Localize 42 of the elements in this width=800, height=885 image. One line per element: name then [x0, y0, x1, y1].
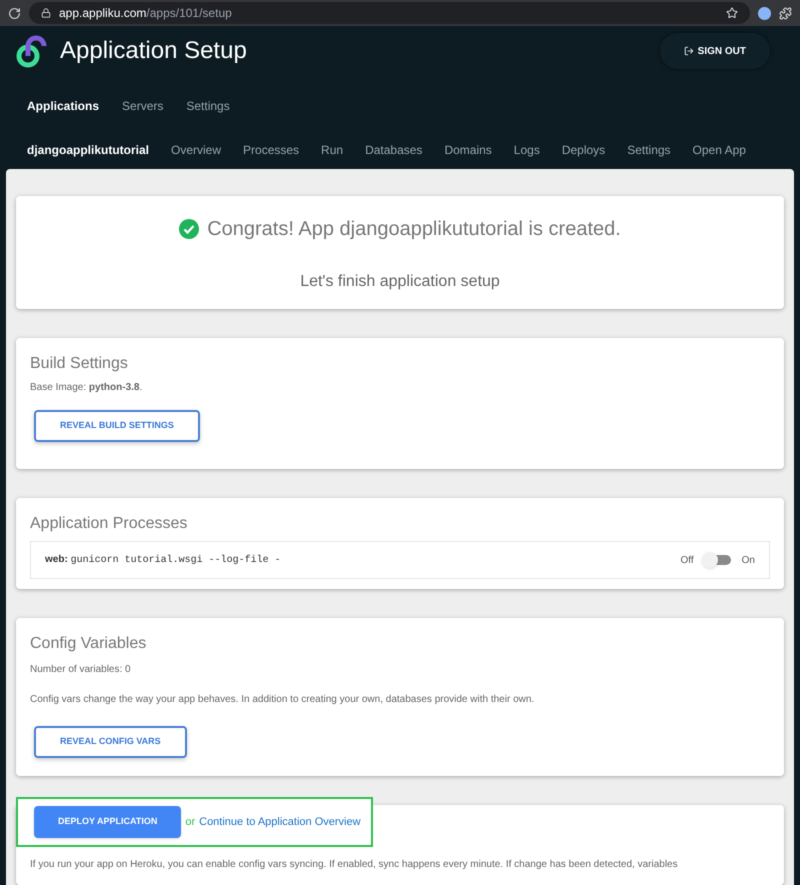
nav-tab[interactable]: Servers: [122, 96, 164, 115]
config-description: Config vars change the way your app behaves. In addition to creating your own, databases provide with their own.: [30, 693, 534, 708]
logo-icon: [16, 34, 48, 68]
reveal-button[interactable]: REVEAL BUILD SETTINGS: [34, 410, 200, 442]
or-text: or: [185, 814, 196, 830]
check-circle-icon: [179, 219, 200, 240]
app-nav-tab[interactable]: Logs: [514, 140, 540, 159]
app-nav-tab[interactable]: Processes: [243, 140, 300, 159]
on-label: On: [742, 554, 755, 568]
base-image-text: Base Image: python-3.8.: [30, 381, 142, 396]
congrats-subtitle: Let's finish application setup: [300, 272, 500, 292]
card-title: Application Processes: [30, 514, 188, 534]
variables-count: Number of variables: 0: [30, 663, 131, 678]
url-text: app.appliku.com/apps/101/setup: [59, 5, 232, 22]
puzzle-icon[interactable]: [779, 6, 792, 20]
nav-tab[interactable]: Applications: [27, 96, 100, 115]
app-nav-tab[interactable]: Run: [321, 140, 344, 159]
nav-tab[interactable]: Settings: [186, 96, 230, 115]
extension-icon[interactable]: [758, 6, 771, 20]
app-nav-tab[interactable]: Domains: [444, 140, 492, 159]
overview-link[interactable]: Continue to Application Overview: [199, 814, 361, 830]
page-title: Application Setup: [60, 36, 247, 66]
process-command: web: gunicorn tutorial.wsgi --log-file -: [45, 553, 281, 568]
off-label: Off: [680, 554, 694, 568]
heroku-sync-text: If you run your app on Heroku, you can enable config vars syncing. If enabled, sync happens every minute. If change has been detected, variables: [30, 859, 678, 870]
address-bar[interactable]: app.appliku.com/apps/101/setup: [29, 2, 750, 24]
congrats-title: Congrats! App djangoapplikututorial is created.: [207, 217, 621, 242]
reveal-button[interactable]: REVEAL CONFIG VARS: [34, 726, 187, 758]
app-nav-tab[interactable]: Overview: [171, 140, 222, 159]
card-title: Config Variables: [30, 634, 146, 654]
sign-out-button[interactable]: SIGN OUT: [660, 33, 770, 70]
app-nav-tab[interactable]: djangoapplikututorial: [27, 140, 149, 159]
app-nav-tab[interactable]: Deploys: [562, 140, 606, 159]
reload-icon[interactable]: [8, 6, 21, 20]
app-nav-tab[interactable]: Open App: [692, 140, 746, 159]
lock-icon: [41, 8, 51, 18]
card-title: Build Settings: [30, 354, 128, 374]
star-icon[interactable]: [726, 7, 738, 20]
app-nav-tab[interactable]: Databases: [365, 140, 422, 159]
deploy-button[interactable]: DEPLOY APPLICATION: [34, 806, 182, 838]
app-nav-tab[interactable]: Settings: [627, 140, 671, 159]
sign-out-icon: [684, 46, 694, 56]
